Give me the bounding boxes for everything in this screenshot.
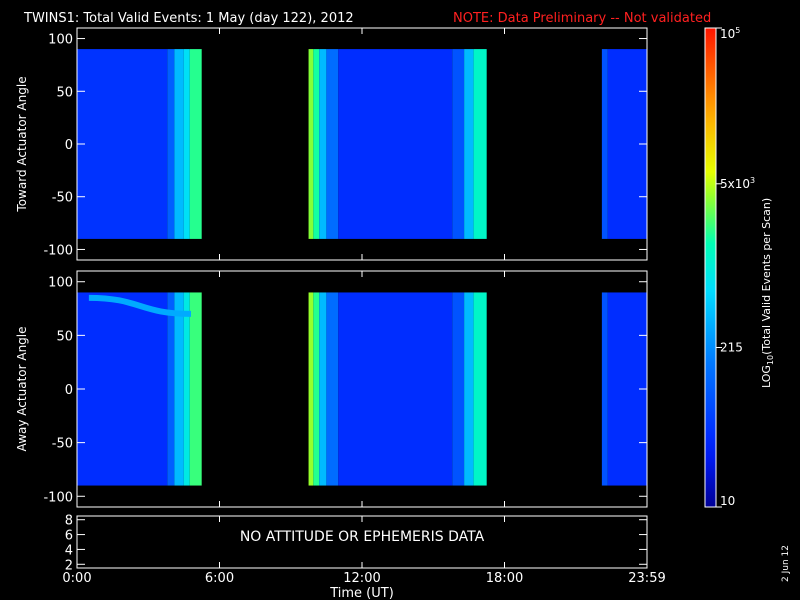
middle-segment-1-band-5 bbox=[452, 292, 465, 486]
top-segment-2-band-0 bbox=[601, 49, 608, 239]
colorbar-label: LOG10(Total Valid Events per Scan) bbox=[760, 198, 775, 388]
middle-ytick-label-1: 50 bbox=[56, 329, 73, 344]
top-segment-0-band-0 bbox=[77, 49, 168, 239]
middle-segment-1-band-3 bbox=[326, 292, 339, 486]
top-segment-1-band-0 bbox=[308, 49, 314, 239]
top-ytick-label-0: 100 bbox=[48, 33, 73, 48]
top-segment-1-band-4 bbox=[338, 49, 453, 239]
top-ylabel: Toward Actuator Angle bbox=[15, 76, 29, 212]
top-ytick-label-1: 50 bbox=[56, 85, 73, 100]
top-heatmap bbox=[77, 49, 647, 239]
x-tick-label-1: 6:00 bbox=[205, 571, 234, 586]
middle-segment-0-band-0 bbox=[77, 292, 168, 486]
middle-ytick-label-0: 100 bbox=[48, 276, 73, 291]
preliminary-note: NOTE: Data Preliminary -- Not validated bbox=[453, 11, 711, 26]
middle-ylabel: Away Actuator Angle bbox=[15, 326, 29, 451]
top-segment-1-band-1 bbox=[313, 49, 320, 239]
top-ytick-label-3: -50 bbox=[52, 191, 73, 206]
colorbar-ticks: 105 5x103 215 10 bbox=[716, 26, 755, 508]
middle-segment-1-band-0 bbox=[308, 292, 314, 486]
x-tick-label-3: 18:00 bbox=[486, 571, 523, 586]
middle-ytick-label-3: -50 bbox=[52, 437, 73, 452]
date-stamp: 2 Jun 12 bbox=[781, 545, 791, 582]
top-segment-1-band-2 bbox=[319, 49, 327, 239]
bottom-ytick-label-2: 4 bbox=[65, 543, 73, 558]
top-segment-1-band-5 bbox=[452, 49, 465, 239]
top-segment-0-band-3 bbox=[183, 49, 190, 239]
middle-ytick-label-4: -100 bbox=[43, 490, 73, 505]
top-ytick-label-4: -100 bbox=[43, 243, 73, 258]
plot-canvas: TWINS1: Total Valid Events: 1 May (day 1… bbox=[15, 11, 791, 600]
top-segment-0-band-4 bbox=[189, 49, 202, 239]
top-segment-0-band-2 bbox=[174, 49, 184, 239]
middle-segment-1-band-4 bbox=[338, 292, 453, 486]
top-segment-0-band-1 bbox=[167, 49, 175, 239]
colorbar-tick-label-3: 10 bbox=[720, 494, 735, 508]
middle-segment-1-band-6 bbox=[464, 292, 474, 486]
middle-ytick-label-2: 0 bbox=[65, 383, 73, 398]
colorbar-tick-label-0: 105 bbox=[720, 26, 740, 41]
x-axis-ticks: 0:00 6:00 12:00 18:00 23:59 bbox=[62, 571, 665, 586]
x-tick-label-4: 23:59 bbox=[628, 571, 665, 586]
middle-heatmap bbox=[77, 292, 647, 486]
top-segment-1-band-7 bbox=[473, 49, 487, 239]
colorbar-tick-label-2: 215 bbox=[720, 340, 743, 354]
top-segment-1-band-3 bbox=[326, 49, 339, 239]
middle-segment-1-band-2 bbox=[319, 292, 327, 486]
bottom-panel: 8642 NO ATTITUDE OR EPHEMERIS DATA bbox=[65, 514, 648, 573]
x-tick-label-0: 0:00 bbox=[62, 571, 91, 586]
colorbar bbox=[704, 27, 717, 508]
x-tick-label-2: 12:00 bbox=[343, 571, 380, 586]
bottom-ytick-label-0: 8 bbox=[65, 514, 73, 529]
middle-panel: 100 50 0 -50 -100 Away Actuator Angle bbox=[15, 270, 648, 508]
colorbar-tick-label-1: 5x103 bbox=[720, 176, 755, 191]
middle-segment-0-band-2 bbox=[174, 292, 184, 486]
top-panel: 100 50 0 -50 -100 Toward Actuator Angle bbox=[15, 27, 648, 261]
middle-segment-2-band-0 bbox=[601, 292, 608, 486]
top-ytick-label-2: 0 bbox=[65, 138, 73, 153]
middle-segment-0-band-4 bbox=[189, 292, 202, 486]
middle-segment-1-band-7 bbox=[473, 292, 487, 486]
middle-segment-1-band-1 bbox=[313, 292, 320, 486]
top-segment-1-band-6 bbox=[464, 49, 474, 239]
bottom-ytick-label-1: 6 bbox=[65, 529, 73, 544]
chart-title: TWINS1: Total Valid Events: 1 May (day 1… bbox=[23, 11, 354, 26]
middle-segment-0-band-1 bbox=[167, 292, 175, 486]
no-data-message: NO ATTITUDE OR EPHEMERIS DATA bbox=[240, 529, 485, 545]
x-axis-label: Time (UT) bbox=[329, 586, 394, 600]
middle-segment-0-band-3 bbox=[183, 292, 190, 486]
